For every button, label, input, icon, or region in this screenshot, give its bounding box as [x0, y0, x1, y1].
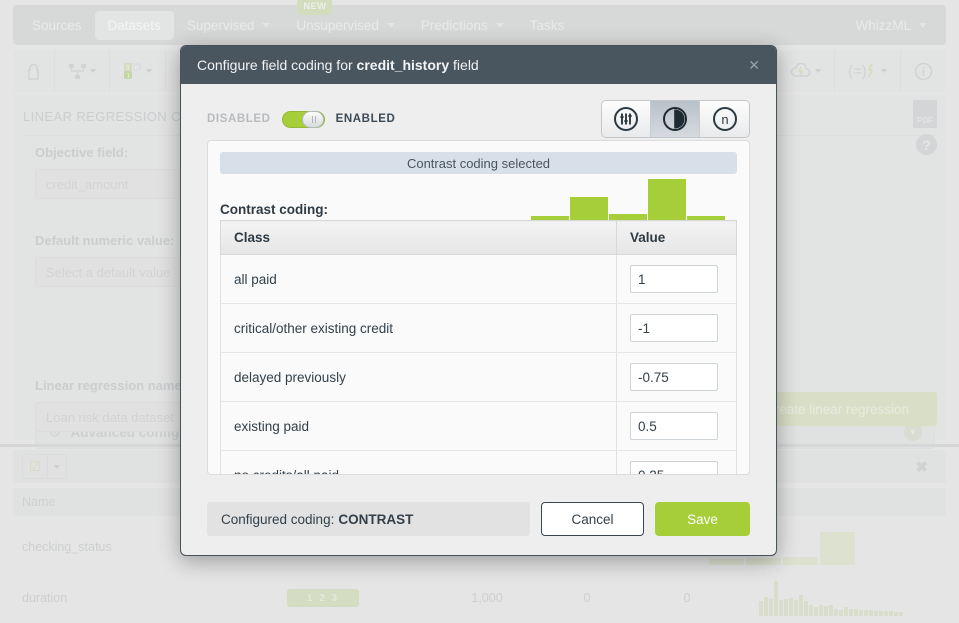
app-root: Sources Datasets Supervised NEW Unsuperv… [0, 0, 959, 623]
column-class-header: Class [220, 220, 617, 255]
modal-title-field: credit_history [356, 57, 450, 73]
modal-title: Configure field coding for credit_histor… [197, 57, 479, 73]
coding-section-row: Contrast coding: [220, 174, 737, 220]
class-label: delayed previously [220, 352, 617, 402]
value-cell [616, 450, 737, 474]
value-cell [616, 303, 737, 353]
coding-mode-other-button[interactable]: n [700, 101, 749, 137]
coding-mode-dummy-button[interactable] [602, 101, 651, 137]
coding-mode-selector: n [601, 100, 750, 138]
coding-selected-banner: Contrast coding selected [220, 152, 737, 174]
class-value-input[interactable] [630, 363, 718, 391]
class-label: existing paid [220, 401, 617, 451]
table-row: delayed previously [220, 352, 737, 402]
configured-coding-prefix: Configured coding: [221, 511, 335, 527]
modal-body: DISABLED ENABLED n Contrast coding selec… [181, 84, 776, 475]
class-value-input[interactable] [630, 314, 718, 342]
modal-header: Configure field coding for credit_histor… [181, 46, 776, 84]
table-row: existing paid [220, 401, 737, 451]
table-row: all paid [220, 254, 737, 304]
coding-card: Contrast coding selected Contrast coding… [207, 140, 750, 475]
class-value-input[interactable] [630, 412, 718, 440]
modal-footer: Configured coding: CONTRAST Cancel Save [181, 483, 776, 555]
table-row: no credits/all paid [220, 450, 737, 474]
class-label: no credits/all paid [220, 450, 617, 474]
cancel-button-label: Cancel [571, 511, 614, 527]
class-value-input[interactable] [630, 265, 718, 293]
toggle-disabled-label: DISABLED [207, 113, 271, 125]
toggle-enabled-label: ENABLED [335, 113, 396, 125]
field-distribution-histogram [531, 176, 725, 220]
value-cell [616, 401, 737, 451]
save-button[interactable]: Save [655, 502, 750, 536]
configured-coding-value: CONTRAST [338, 511, 414, 527]
contrast-coding-icon [663, 107, 687, 131]
dummy-coding-icon [614, 107, 638, 131]
class-label: all paid [220, 254, 617, 304]
class-label: critical/other existing credit [220, 303, 617, 353]
coding-enabled-toggle[interactable] [281, 110, 325, 128]
class-value-input[interactable] [630, 461, 718, 474]
column-value-header: Value [616, 220, 737, 255]
table-row: critical/other existing credit [220, 303, 737, 353]
svg-text:n: n [721, 112, 728, 127]
close-icon[interactable]: ✕ [748, 58, 760, 72]
toggle-knob [301, 110, 324, 128]
value-cell [616, 352, 737, 402]
coding-table-header-row: Class Value [220, 220, 737, 255]
save-button-label: Save [687, 511, 718, 527]
coding-enable-row: DISABLED ENABLED n [207, 98, 750, 140]
value-cell [616, 254, 737, 304]
modal-title-prefix: Configure field coding for [197, 57, 353, 73]
coding-section-label: Contrast coding: [220, 202, 328, 217]
other-coding-icon: n [712, 107, 737, 131]
coding-table: Class Value all paid critical/other e [220, 220, 737, 474]
field-coding-modal: Configure field coding for credit_histor… [180, 45, 777, 556]
modal-title-suffix: field [453, 57, 479, 73]
cancel-button[interactable]: Cancel [541, 502, 644, 536]
coding-mode-contrast-button[interactable] [651, 101, 700, 137]
configured-coding-status: Configured coding: CONTRAST [207, 502, 530, 536]
